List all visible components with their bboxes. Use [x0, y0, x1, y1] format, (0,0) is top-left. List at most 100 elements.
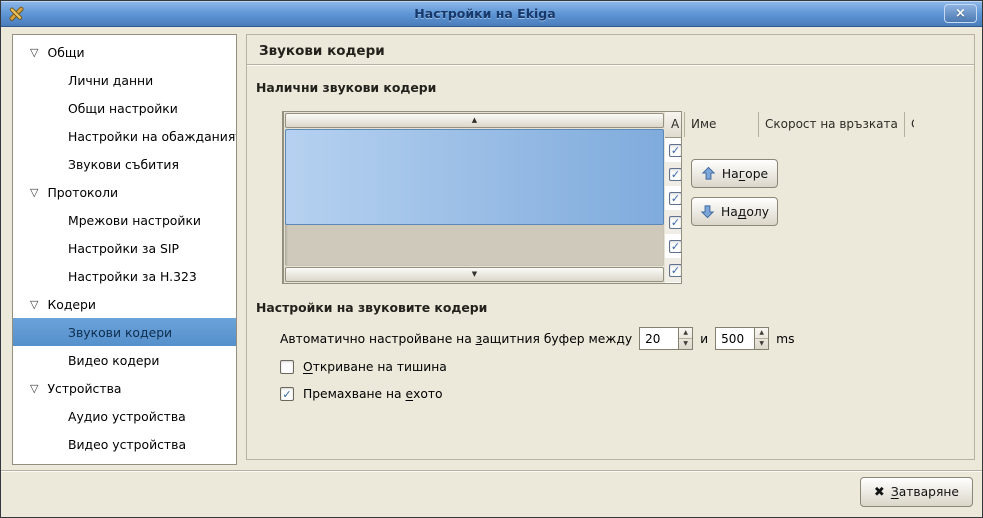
- column-header-active[interactable]: A: [665, 112, 685, 137]
- column-header-name[interactable]: Име: [685, 112, 759, 137]
- option-label: Премахване на ехото: [303, 387, 443, 401]
- table-header: A Име Скорост на връзката Скорост на час…: [665, 112, 681, 138]
- codec-active-checkbox[interactable]: ✓: [669, 216, 681, 229]
- sidebar-item[interactable]: Видео устройства: [13, 430, 236, 458]
- spinner-down-icon[interactable]: ▼: [755, 339, 768, 349]
- tools-icon: [6, 4, 26, 24]
- codec-active-checkbox[interactable]: ✓: [669, 192, 681, 205]
- sidebar-item-label: Видео кодери: [68, 353, 159, 368]
- table-row[interactable]: ✓MS-GSM13,0 kbps8 kHz: [665, 210, 681, 234]
- sidebar-item-label: Настройки на обажданията: [68, 129, 237, 144]
- scrollbar-thumb[interactable]: [285, 129, 664, 225]
- window-close-button[interactable]: ×: [944, 4, 977, 23]
- sidebar-item-label: Настройки за H.323: [68, 269, 197, 284]
- expander-open-icon[interactable]: ▽: [30, 299, 38, 310]
- scroll-up-icon[interactable]: ▲: [285, 113, 664, 128]
- table-row[interactable]: ✓iLBC13,3 kbps8 kHz: [665, 162, 681, 186]
- table-row[interactable]: ✓PCMU64,0 kbps8 kHz: [665, 258, 681, 282]
- sidebar-group-label: Кодери: [47, 297, 96, 312]
- close-x-icon: ×: [955, 7, 966, 20]
- main-panel: Звукови кодери Налични звукови кодери A …: [246, 34, 975, 460]
- sidebar-item[interactable]: Лични данни: [13, 66, 236, 94]
- sidebar-item-label: Общи настройки: [68, 101, 178, 116]
- codec-active-cell: ✓: [665, 192, 681, 205]
- codec-options: Откриване на тишина ✓ Премахване на ехото: [280, 359, 447, 402]
- column-header-bitrate[interactable]: Скорост на връзката: [759, 112, 905, 137]
- jitter-label: Автоматично настройване на защитния буфе…: [280, 332, 632, 346]
- move-up-button[interactable]: Нагоре: [691, 159, 778, 188]
- sidebar-tree: ▽ Общи Лични данни Общи настройки Настройки …: [12, 34, 237, 465]
- codec-active-checkbox[interactable]: ✓: [669, 264, 681, 277]
- sidebar-item-label: Настройки за SIP: [68, 241, 179, 256]
- sidebar-item[interactable]: Видео кодери: [13, 346, 236, 374]
- move-down-button[interactable]: Надолу: [691, 197, 778, 226]
- sidebar-item[interactable]: Мрежови настройки: [13, 206, 236, 234]
- sidebar-group[interactable]: ▽ Устройства: [13, 374, 236, 402]
- codec-active-cell: ✓: [665, 264, 681, 277]
- scrollbar-track[interactable]: [285, 129, 664, 266]
- codec-active-cell: ✓: [665, 240, 681, 253]
- column-header-clockrate[interactable]: Скорост на часовника: [905, 112, 914, 137]
- spinner-arrows: ▲ ▼: [678, 328, 692, 349]
- sidebar-item-label: Видео устройства: [68, 437, 186, 452]
- sidebar-item[interactable]: Звукови събития: [13, 150, 236, 178]
- close-x-icon: ✖: [874, 486, 885, 499]
- option-checkbox[interactable]: [280, 360, 294, 374]
- spinner-up-icon[interactable]: ▲: [755, 328, 768, 339]
- move-up-label: Нагоре: [722, 167, 768, 181]
- arrow-up-icon: [701, 166, 716, 181]
- codec-active-checkbox[interactable]: ✓: [669, 168, 681, 181]
- spinner-up-icon[interactable]: ▲: [679, 328, 692, 339]
- spinner-arrows: ▲ ▼: [754, 328, 768, 349]
- move-down-label: Надолу: [721, 205, 769, 219]
- option-checkbox-row[interactable]: Откриване на тишина: [280, 359, 447, 375]
- sidebar-group-label: Устройства: [47, 381, 121, 396]
- sidebar-item[interactable]: Аудио устройства: [13, 402, 236, 430]
- table-row[interactable]: ✓GSM13,2 kbps8 kHz: [665, 186, 681, 210]
- jitter-min-value[interactable]: 20: [640, 328, 678, 349]
- jitter-and-label: и: [700, 332, 708, 346]
- expander-open-icon[interactable]: ▽: [30, 187, 38, 198]
- option-checkbox[interactable]: ✓: [280, 387, 294, 401]
- dialog-body: ▽ Общи Лични данни Общи настройки Настройки …: [1, 27, 982, 517]
- scroll-down-icon[interactable]: ▼: [285, 267, 664, 282]
- spinner-down-icon[interactable]: ▼: [679, 339, 692, 349]
- sidebar-group[interactable]: ▽ Общи: [13, 38, 236, 66]
- sidebar-item[interactable]: Настройки на обажданията: [13, 122, 236, 150]
- expander-open-icon[interactable]: ▽: [30, 383, 38, 394]
- table-row[interactable]: ✓SPEEX20,8 kbps16 kHz: [665, 138, 681, 162]
- jitter-max-value[interactable]: 500: [716, 328, 754, 349]
- expander-open-icon[interactable]: ▽: [30, 47, 38, 58]
- codec-active-checkbox[interactable]: ✓: [669, 144, 681, 157]
- option-label: Откриване на тишина: [303, 360, 447, 374]
- jitter-min-spinner[interactable]: 20 ▲ ▼: [639, 327, 693, 350]
- sidebar-item[interactable]: Настройки за H.323: [13, 262, 236, 290]
- sidebar-group[interactable]: ▽ Кодери: [13, 290, 236, 318]
- sidebar-item[interactable]: Звукови кодери: [13, 318, 236, 346]
- codec-active-checkbox[interactable]: ✓: [669, 240, 681, 253]
- codecs-section-label: Налични звукови кодери: [256, 80, 436, 95]
- sidebar-item[interactable]: Общи настройки: [13, 94, 236, 122]
- footer-divider: [1, 470, 982, 472]
- codec-active-cell: ✓: [665, 144, 681, 157]
- close-dialog-button[interactable]: ✖ Затваряне: [860, 477, 973, 507]
- option-checkbox-row[interactable]: ✓ Премахване на ехото: [280, 386, 447, 402]
- sidebar-group-label: Протоколи: [47, 185, 118, 200]
- jitter-buffer-row: Автоматично настройване на защитния буфе…: [280, 327, 795, 350]
- titlebar[interactable]: Настройки на Ekiga ×: [1, 1, 982, 27]
- table-scrollbar[interactable]: ▲ ▼: [283, 112, 665, 283]
- jitter-max-spinner[interactable]: 500 ▲ ▼: [715, 327, 769, 350]
- sidebar-item-label: Звукови събития: [68, 157, 179, 172]
- sidebar-group[interactable]: ▽ Протоколи: [13, 178, 236, 206]
- jitter-unit-label: ms: [776, 332, 794, 346]
- table-row[interactable]: ✓SPEEX8,0 kbps8 kHz: [665, 234, 681, 258]
- settings-section-label: Настройки на звуковите кодери: [256, 300, 487, 315]
- sidebar-item[interactable]: Настройки за SIP: [13, 234, 236, 262]
- codec-active-cell: ✓: [665, 216, 681, 229]
- title-divider: [247, 64, 974, 66]
- sidebar-group-label: Общи: [47, 45, 84, 60]
- close-dialog-label: Затваряне: [891, 485, 959, 499]
- codec-active-cell: ✓: [665, 168, 681, 181]
- sidebar-item-label: Аудио устройства: [68, 409, 186, 424]
- codec-table: A Име Скорост на връзката Скорост на час…: [282, 111, 682, 284]
